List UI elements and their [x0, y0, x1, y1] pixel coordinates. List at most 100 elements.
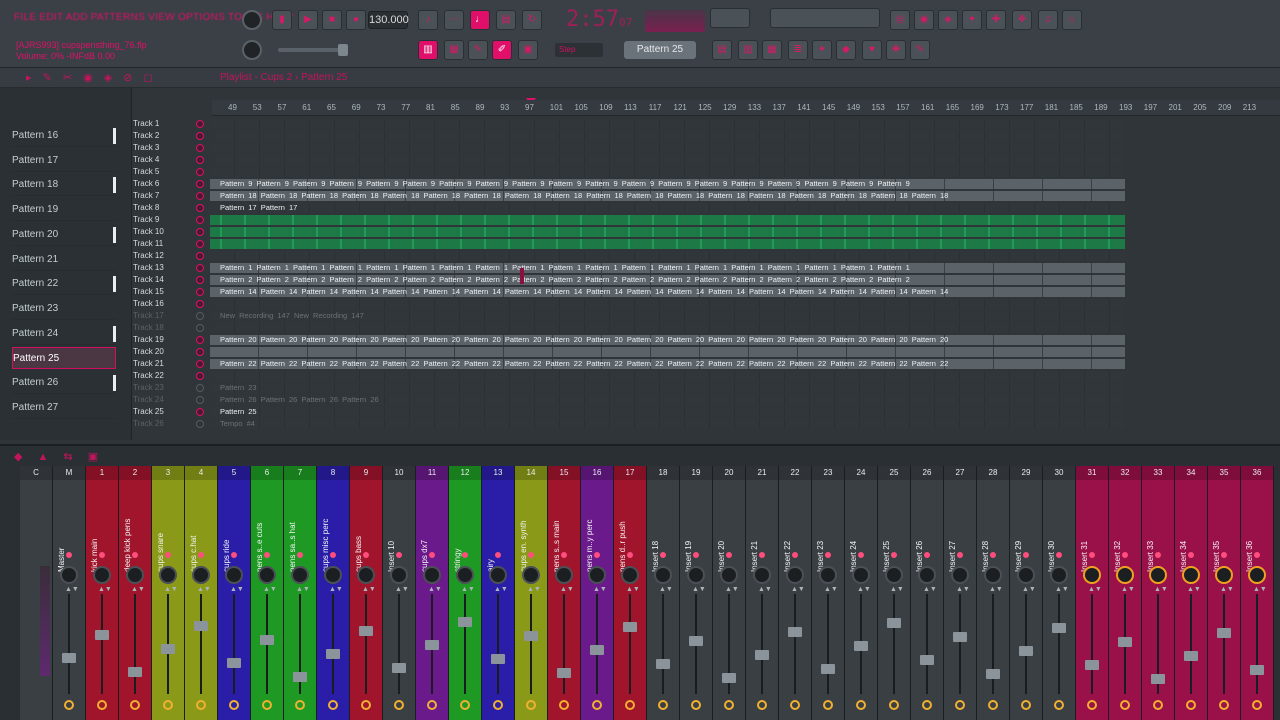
strip-name[interactable]: cups misc perc [321, 506, 331, 572]
picker-pattern-item[interactable]: Pattern 17 [12, 150, 116, 172]
track-row[interactable]: Track 22 [132, 370, 1280, 382]
strip-name[interactable]: Insert 28 [981, 506, 991, 572]
track-name[interactable]: Track 17 [133, 310, 197, 322]
view-plugin-icon[interactable]: ◆ [836, 40, 856, 60]
volume-fader-track[interactable] [662, 594, 664, 694]
strip-enable-led[interactable] [1122, 552, 1128, 558]
volume-fader-track[interactable] [1256, 594, 1258, 694]
record-arm-icon[interactable] [493, 700, 503, 710]
mixer-strip[interactable]: 3 cups snare ▲▼ [152, 466, 185, 720]
track-lane[interactable] [210, 323, 1125, 333]
track-mute-led[interactable] [196, 144, 204, 152]
stereo-arrow-icon[interactable]: ▲▼ [857, 586, 871, 593]
strip-name[interactable]: Insert 30 [1047, 506, 1057, 572]
track-name[interactable]: Track 5 [133, 166, 197, 178]
track-mute-led[interactable] [196, 312, 204, 320]
record-arm-icon[interactable] [1087, 700, 1097, 710]
strip-enable-led[interactable] [198, 552, 204, 558]
strip-name[interactable]: Insert 27 [948, 506, 958, 572]
record-arm-icon[interactable] [1120, 700, 1130, 710]
strip-name[interactable]: cups c.hat [189, 506, 199, 572]
pattern-clip-label[interactable]: Tempo #4 [220, 418, 1120, 430]
volume-fader-track[interactable] [365, 594, 367, 694]
strip-name[interactable]: Insert 36 [1245, 506, 1255, 572]
pattern-clip-label[interactable]: Pattern 23 [220, 382, 1120, 394]
track-mute-led[interactable] [196, 384, 204, 392]
pan-knob[interactable] [588, 566, 606, 584]
mixer-strip[interactable]: 10 Insert 10 ▲▼ [383, 466, 416, 720]
volume-fader-handle[interactable] [1019, 646, 1033, 656]
track-name[interactable]: Track 14 [133, 274, 197, 286]
stereo-arrow-icon[interactable]: ▲▼ [560, 586, 574, 593]
track-lane[interactable] [210, 119, 1125, 129]
volume-fader-track[interactable] [926, 594, 928, 694]
volume-fader-handle[interactable] [425, 640, 439, 650]
main-pitch-slider[interactable] [278, 44, 348, 56]
track-name[interactable]: Track 3 [133, 142, 197, 154]
volume-fader-handle[interactable] [62, 653, 76, 663]
snap-select[interactable]: Step [555, 43, 603, 57]
record-arm-icon[interactable] [1252, 700, 1262, 710]
volume-fader-track[interactable] [398, 594, 400, 694]
pattern-clip-label[interactable]: Pattern 2 Pattern 2 Pattern 2 Pattern 2 … [220, 274, 1120, 286]
volume-fader-track[interactable] [761, 594, 763, 694]
strip-name[interactable]: Insert 35 [1212, 506, 1222, 572]
record-arm-icon[interactable] [823, 700, 833, 710]
stereo-arrow-icon[interactable]: ▲▼ [1055, 586, 1069, 593]
strip-enable-led[interactable] [957, 552, 963, 558]
track-mute-led[interactable] [196, 336, 204, 344]
master-pitch-knob[interactable] [242, 40, 262, 60]
track-name[interactable]: Track 11 [133, 238, 197, 250]
strip-name[interactable]: Insert 19 [684, 506, 694, 572]
volume-fader-handle[interactable] [1052, 623, 1066, 633]
track-row[interactable]: Track 14 Pattern 2 Pattern 2 Pattern 2 Pa… [132, 274, 1280, 286]
mixer-toolbar[interactable]: ◆ ▲ ⇆ ▣ [14, 450, 104, 463]
track-row[interactable]: Track 1 [132, 118, 1280, 130]
volume-fader-handle[interactable] [1250, 665, 1264, 675]
pan-knob[interactable] [852, 566, 870, 584]
mixer-strip[interactable]: 32 Insert 32 ▲▼ [1109, 466, 1142, 720]
track-name[interactable]: Track 22 [133, 370, 197, 382]
mixer-strip[interactable]: 2 deep kick pens ▲▼ [119, 466, 152, 720]
strip-name[interactable]: pens m..y perc [585, 506, 595, 572]
playlist-mode-button[interactable]: ▥ [418, 40, 438, 60]
volume-fader-track[interactable] [1190, 594, 1192, 694]
pan-knob[interactable] [357, 566, 375, 584]
view-touch-icon[interactable]: ✚ [886, 40, 906, 60]
slider-handle[interactable] [338, 44, 348, 56]
strip-enable-led[interactable] [132, 552, 138, 558]
track-row[interactable]: Track 16 [132, 298, 1280, 310]
track-row[interactable]: Track 23 Pattern 23 [132, 382, 1280, 394]
mixer-strip[interactable]: 12 stringy ▲▼ [449, 466, 482, 720]
mixer-strip[interactable]: C [20, 466, 53, 720]
stereo-arrow-icon[interactable]: ▲▼ [362, 586, 376, 593]
volume-fader-handle[interactable] [590, 645, 604, 655]
track-row[interactable]: Track 15 Pattern 14 Pattern 14 Pattern 14… [132, 286, 1280, 298]
record-arm-icon[interactable] [64, 700, 74, 710]
volume-fader-track[interactable] [1091, 594, 1093, 694]
strip-enable-led[interactable] [363, 552, 369, 558]
record-arm-icon[interactable] [724, 700, 734, 710]
playlist-tools[interactable]: ▸ ✎ ✂ ◉ ◈ ⊘ ◻ [26, 71, 157, 84]
volume-fader-handle[interactable] [161, 644, 175, 654]
view-browser-icon[interactable]: ✦ [812, 40, 832, 60]
strip-name[interactable]: Insert 26 [915, 506, 925, 572]
track-lane[interactable] [210, 155, 1125, 165]
volume-fader-handle[interactable] [887, 618, 901, 628]
record-arm-icon[interactable] [328, 700, 338, 710]
track-lane[interactable] [210, 167, 1125, 177]
pattern-clip-label[interactable]: Pattern 17 Pattern 17 [220, 202, 1120, 214]
stereo-arrow-icon[interactable]: ▲▼ [890, 586, 904, 593]
record-arm-icon[interactable] [1219, 700, 1229, 710]
stereo-arrow-icon[interactable]: ▲▼ [65, 586, 79, 593]
timeline-ruler[interactable]: 49 53 57 61 65 69 73 77 81 85 89 93 97 101 105 109 113 11… [212, 100, 1280, 116]
strip-name[interactable]: cups snare [156, 506, 166, 572]
pan-knob[interactable] [126, 566, 144, 584]
mixer-strip[interactable]: 9 cups bass ▲▼ [350, 466, 383, 720]
stereo-arrow-icon[interactable]: ▲▼ [758, 586, 772, 593]
strip-enable-led[interactable] [1056, 552, 1062, 558]
volume-fader-track[interactable] [497, 594, 499, 694]
track-mute-led[interactable] [196, 372, 204, 380]
strip-enable-led[interactable] [462, 552, 468, 558]
strip-enable-led[interactable] [924, 552, 930, 558]
